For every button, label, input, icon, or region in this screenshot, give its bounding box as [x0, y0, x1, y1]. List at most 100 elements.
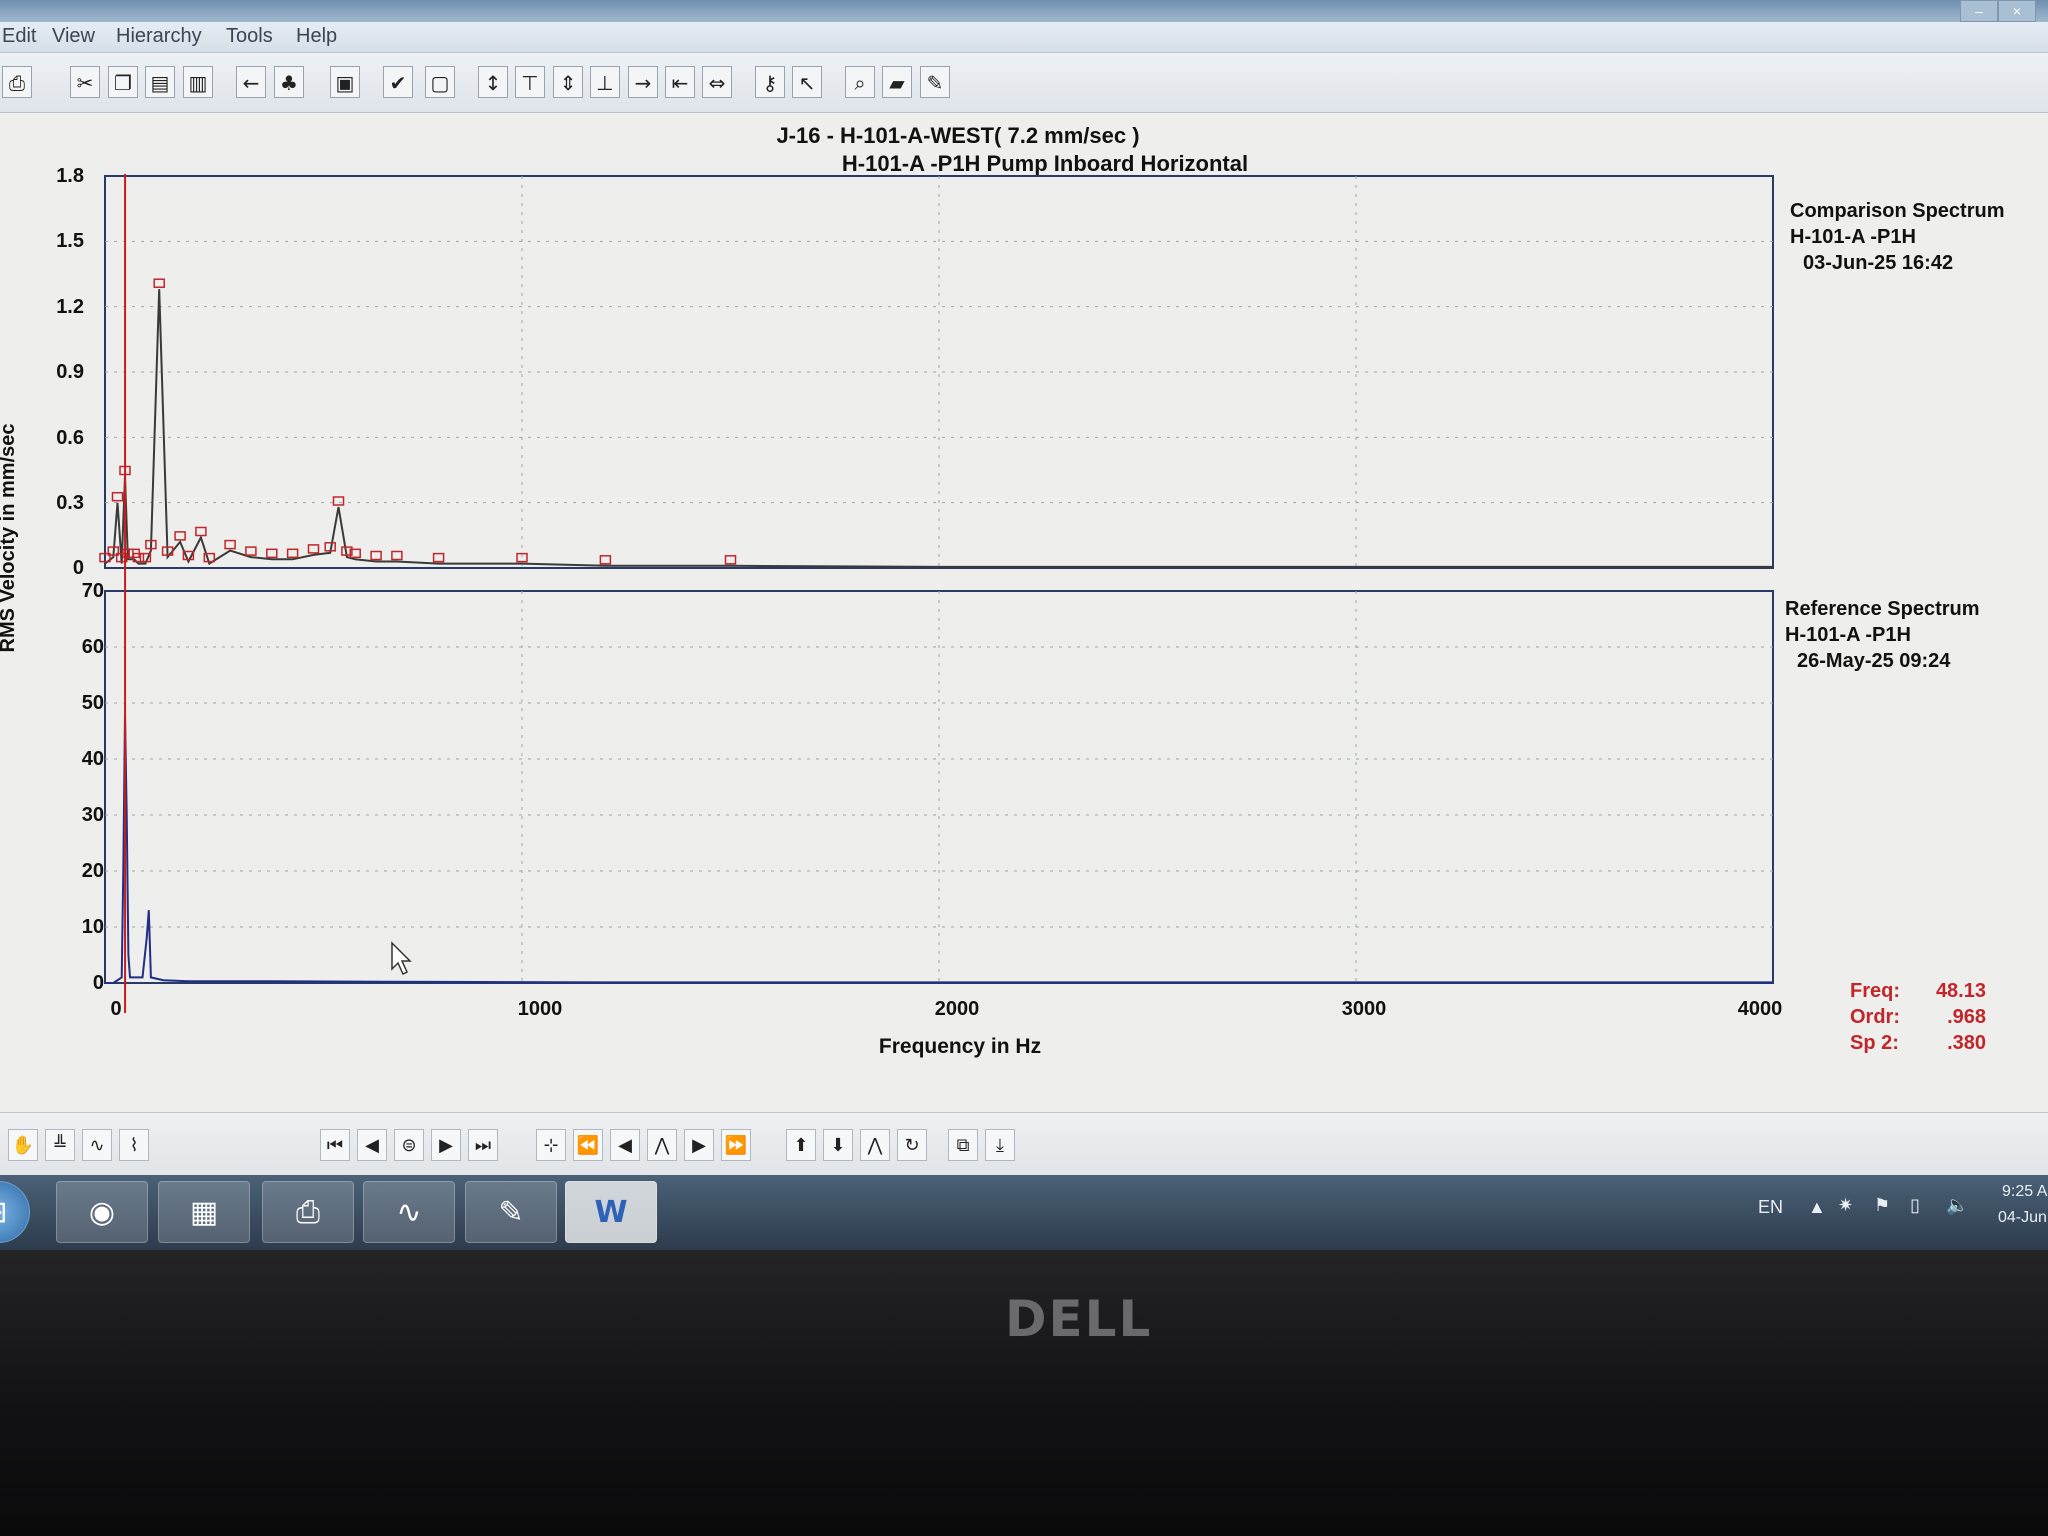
laptop-bezel: DELL	[0, 1250, 2048, 1536]
zoom-box-icon[interactable]: ⧉	[948, 1129, 978, 1161]
peak-marker	[432, 552, 445, 563]
fast-forward-icon[interactable]: ⏩	[721, 1129, 751, 1161]
main-toolbar: ⎙ ✂ ❐ ▤ ▥ ← ♣ ▣ ✔ ▢ ↕ ⊤ ⇕ ⊥ → ⇤ ⇔ ⚷ ↖ ⌕ …	[0, 54, 2048, 113]
waveform-icon[interactable]: ∿	[82, 1129, 112, 1161]
notepad-icon[interactable]: ✎	[465, 1181, 557, 1243]
fast-back-icon[interactable]: ⏪	[573, 1129, 603, 1161]
menu-bar: Edit View Hierarchy Tools Help	[0, 22, 2048, 53]
harmonic-icon[interactable]: ⋀	[860, 1129, 890, 1161]
menu-hierarchy[interactable]: Hierarchy	[116, 25, 202, 48]
peak-marker	[153, 278, 165, 288]
hand-icon[interactable]: ✋	[8, 1129, 38, 1161]
last-icon[interactable]: ⏭	[468, 1129, 498, 1161]
volume-icon[interactable]: 🔈	[1946, 1195, 1968, 1216]
x-tick: 2000	[935, 998, 980, 1020]
top-y-tick: 0	[73, 557, 84, 579]
tree-icon[interactable]: ♣	[274, 66, 304, 98]
firefox-icon[interactable]: ◉	[56, 1181, 148, 1243]
order-value: .968	[1947, 1006, 1986, 1028]
cut-icon[interactable]: ✂	[70, 66, 100, 98]
y-axis-label: RMS Velocity in mm/sec	[0, 424, 19, 653]
cursor-icon[interactable]: ⊹	[536, 1129, 566, 1161]
paste-special-icon[interactable]: ▥	[183, 66, 213, 98]
pointer-icon[interactable]: ↖	[792, 66, 822, 98]
spectrum-plot-area: J-16 - H-101-A-WEST( 7.2 mm/sec ) H-101-…	[0, 113, 2048, 1113]
top-y-tick: 1.2	[56, 296, 84, 318]
network-icon[interactable]: ✷	[1838, 1195, 1853, 1216]
freq-label: Freq:	[1850, 980, 1900, 1002]
top-y-ticks: 0 0.3 0.6 0.9 1.2 1.5 1.8	[56, 165, 84, 579]
marker-span-icon[interactable]: ⇔	[702, 66, 732, 98]
word-icon[interactable]: W	[565, 1181, 657, 1243]
cursor-range-icon[interactable]: ↕	[478, 66, 508, 98]
record-icon[interactable]: ⊜	[394, 1129, 424, 1161]
print-icon[interactable]: ⎙	[2, 66, 32, 98]
bottom-toolbar: ✋ ╩ ∿ ⌇ ⏮ ◀ ⊜ ▶ ⏭ ⊹ ⏪ ◀ ⋀ ▶ ⏩ ⬆ ⬇ ⋀ ↻ ⧉ …	[0, 1112, 2048, 1175]
x-tick: 0	[110, 998, 121, 1020]
spectrum-plot: J-16 - H-101-A-WEST( 7.2 mm/sec ) H-101-…	[0, 123, 2004, 1058]
order-label: Ordr:	[1850, 1006, 1900, 1028]
desktop-screen: – × Edit View Hierarchy Tools Help ⎙ ✂ ❐…	[0, 0, 2048, 1250]
bottom-y-tick: 70	[82, 580, 104, 602]
plot-title-line2: H-101-A -P1H Pump Inboard Horizontal	[842, 151, 1248, 176]
tray-expand-icon[interactable]: ▲	[1808, 1197, 1826, 1218]
power-icon[interactable]: ▯	[1910, 1195, 1920, 1216]
menu-edit[interactable]: Edit	[2, 25, 36, 48]
comparison-label: Comparison Spectrum	[1790, 200, 2004, 222]
key-icon[interactable]: ⚷	[755, 66, 785, 98]
cursor-mid-icon[interactable]: ⇕	[553, 66, 583, 98]
minimize-button[interactable]: –	[1960, 0, 1998, 22]
paste-icon[interactable]: ▤	[145, 66, 175, 98]
printer-icon[interactable]: ⎙	[262, 1181, 354, 1243]
next-icon[interactable]: ▶	[431, 1129, 461, 1161]
trend-icon[interactable]: ⌇	[119, 1129, 149, 1161]
clock-date[interactable]: 04-Jun	[1998, 1209, 2047, 1227]
checkmark-icon[interactable]: ✔	[383, 66, 413, 98]
marker-right-icon[interactable]: →	[628, 66, 658, 98]
step-back-icon[interactable]: ◀	[610, 1129, 640, 1161]
spectrum-icon[interactable]: ╩	[45, 1129, 75, 1161]
bottom-y-tick: 20	[82, 860, 104, 882]
zoom-icon[interactable]: ⌕	[845, 66, 875, 98]
menu-view[interactable]: View	[52, 25, 95, 48]
copy-icon[interactable]: ❐	[108, 66, 138, 98]
explorer-icon[interactable]: ▦	[158, 1181, 250, 1243]
peak-marker	[174, 531, 186, 541]
cursor-top-icon[interactable]: ⊤	[515, 66, 545, 98]
marker-left-icon[interactable]: ⇤	[665, 66, 695, 98]
clock-time[interactable]: 9:25 A	[2002, 1183, 2047, 1201]
window-icon[interactable]: ▣	[330, 66, 360, 98]
freq-value: 48.13	[1936, 980, 1986, 1002]
language-indicator[interactable]: EN	[1758, 1197, 1783, 1218]
peak-marker	[370, 550, 382, 561]
prev-icon[interactable]: ◀	[357, 1129, 387, 1161]
down-arrow-icon[interactable]: ⬇	[823, 1129, 853, 1161]
bottom-y-tick: 0	[93, 972, 104, 994]
export-icon[interactable]: ⤓	[985, 1129, 1015, 1161]
peak-marker	[307, 544, 320, 554]
analyzer-icon[interactable]: ∿	[363, 1181, 455, 1243]
open-folder-icon[interactable]: ▰	[882, 66, 912, 98]
cursor-readout: Freq: 48.13 Ordr: .968 Sp 2: .380	[1850, 980, 1986, 1054]
cursor-bottom-icon[interactable]: ⊥	[590, 66, 620, 98]
edit-icon[interactable]: ✎	[920, 66, 950, 98]
close-button[interactable]: ×	[1998, 0, 2036, 22]
mouse-pointer-icon	[391, 941, 412, 976]
comparison-date: 03-Jun-25 16:42	[1803, 252, 1953, 274]
bottom-y-tick: 60	[82, 636, 104, 658]
menu-help[interactable]: Help	[296, 25, 337, 48]
start-icon[interactable]: ⊞	[0, 1181, 30, 1243]
back-icon[interactable]: ←	[236, 66, 266, 98]
dell-logo: DELL	[1005, 1290, 1153, 1348]
x-tick: 4000	[1738, 998, 1783, 1020]
peak-icon[interactable]: ⋀	[647, 1129, 677, 1161]
menu-tools[interactable]: Tools	[226, 25, 273, 48]
first-icon[interactable]: ⏮	[320, 1129, 350, 1161]
refresh-icon[interactable]: ↻	[897, 1129, 927, 1161]
peak-marker	[332, 496, 345, 506]
up-arrow-icon[interactable]: ⬆	[786, 1129, 816, 1161]
display-icon[interactable]: ▢	[425, 66, 455, 98]
step-forward-icon[interactable]: ▶	[684, 1129, 714, 1161]
peak-marker	[245, 546, 257, 556]
flag-icon[interactable]: ⚑	[1874, 1195, 1890, 1216]
